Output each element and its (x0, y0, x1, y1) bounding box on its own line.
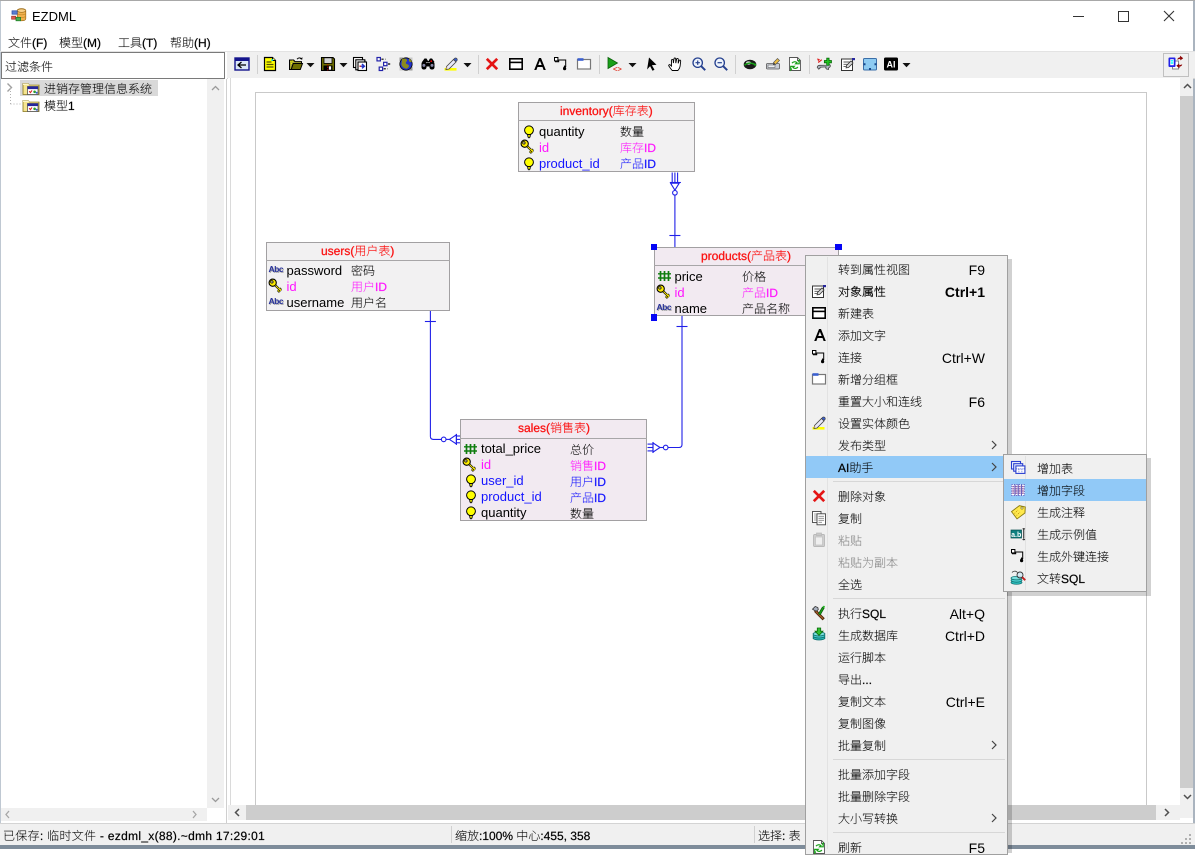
svg-text:<>: <> (613, 65, 622, 74)
svg-text:AI: AI (887, 60, 896, 70)
svg-text:a.b: a.b (1011, 531, 1021, 538)
